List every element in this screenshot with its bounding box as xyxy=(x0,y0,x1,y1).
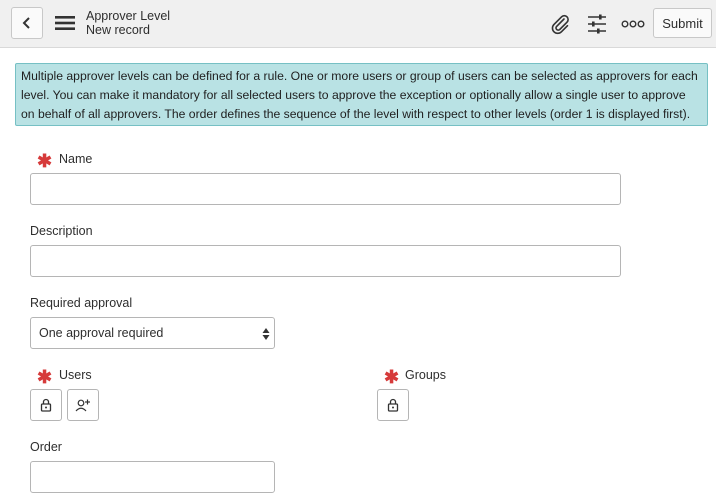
hamburger-menu-icon[interactable] xyxy=(54,13,76,33)
order-input[interactable] xyxy=(30,461,275,493)
add-user-icon xyxy=(75,399,90,412)
lock-icon xyxy=(387,398,399,412)
add-me-button[interactable] xyxy=(67,389,99,421)
info-message: Multiple approver levels can be defined … xyxy=(15,63,708,126)
select-arrows-icon xyxy=(262,328,270,340)
groups-label: Groups xyxy=(405,368,446,382)
paperclip-icon xyxy=(551,14,569,35)
description-label: Description xyxy=(30,224,93,238)
form-title: Approver Level xyxy=(86,9,171,23)
back-button[interactable] xyxy=(11,7,43,39)
required-approval-select[interactable]: One approval required xyxy=(30,317,275,349)
submit-button[interactable]: Submit xyxy=(653,8,712,38)
users-label: Users xyxy=(59,368,92,382)
record-title-block: Approver Level New record xyxy=(86,9,170,37)
name-input[interactable] xyxy=(30,173,621,205)
order-label: Order xyxy=(30,440,62,454)
groups-unlock-button[interactable] xyxy=(377,389,409,421)
groups-required-marker: ✱ xyxy=(384,367,400,387)
name-required-marker: ✱ xyxy=(37,151,53,171)
users-required-marker: ✱ xyxy=(37,367,53,387)
lock-icon xyxy=(40,398,52,412)
more-options-icon xyxy=(621,20,645,28)
description-input[interactable] xyxy=(30,245,621,277)
users-unlock-button[interactable] xyxy=(30,389,62,421)
more-options-button[interactable] xyxy=(621,12,645,36)
required-approval-label: Required approval xyxy=(30,296,133,310)
chevron-left-icon xyxy=(22,17,30,29)
sliders-icon xyxy=(588,14,606,34)
name-label: Name xyxy=(59,152,93,166)
form-header: Approver Level New record Submit xyxy=(0,0,716,48)
required-approval-value: One approval required xyxy=(39,326,164,340)
attachment-button[interactable] xyxy=(548,12,572,36)
form-subtitle: New record xyxy=(86,23,150,37)
personalize-form-button[interactable] xyxy=(585,12,609,36)
